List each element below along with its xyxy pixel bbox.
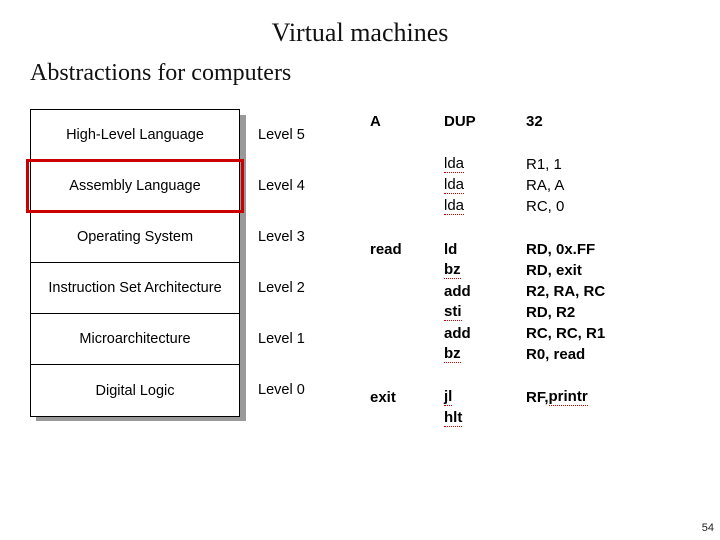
slide-title: Virtual machines [30,18,690,48]
asm-label [370,344,422,365]
level-label: Level 4 [258,160,305,211]
asm-args: R2, RA, RC [526,281,690,302]
assembly-listing: A read exit [370,109,690,451]
asm-args: R0, read [526,344,690,365]
table-row: Instruction Set Architecture [31,263,239,314]
asm-mnemonic-col: DUP lda lda lda ld bz add sti add bz jl [444,111,504,451]
asm-op: bz [444,260,504,281]
asm-args: RF, printr [526,387,690,408]
asm-args: RD, R2 [526,302,690,323]
level-label: Level 2 [258,262,305,313]
page-number: 54 [702,522,714,534]
table-row: High-Level Language [31,110,239,161]
asm-args: R1, 1 [526,154,690,175]
asm-op: add [444,323,504,344]
asm-label [370,175,422,196]
slide-body: High-Level Language Assembly Language Op… [30,109,690,451]
asm-args: RC, RC, R1 [526,323,690,344]
asm-op: lda [444,196,504,217]
asm-op: jl [444,387,504,408]
asm-label [370,302,422,323]
asm-labels-col: A read exit [370,111,422,451]
table-row: Microarchitecture [31,314,239,365]
asm-args: RD, exit [526,260,690,281]
asm-label [370,196,422,217]
asm-label: exit [370,387,422,408]
asm-label: A [370,111,422,132]
abstraction-table: High-Level Language Assembly Language Op… [30,109,240,417]
slide-subtitle: Abstractions for computers [30,60,690,87]
asm-op: DUP [444,111,504,132]
level-label: Level 5 [258,109,305,160]
table-row: Assembly Language [31,161,239,212]
asm-op: lda [444,175,504,196]
asm-op: bz [444,344,504,365]
level-label: Level 0 [258,364,305,415]
asm-op: add [444,281,504,302]
layers-column: High-Level Language Assembly Language Op… [30,109,370,417]
asm-args: RC, 0 [526,196,690,217]
asm-op: sti [444,302,504,323]
asm-args: RA, A [526,175,690,196]
table-row: Operating System [31,212,239,263]
asm-op: hlt [444,408,504,429]
level-label: Level 3 [258,211,305,262]
table-row: Digital Logic [31,365,239,416]
asm-args: RD, 0x.FF [526,239,690,260]
asm-label [370,260,422,281]
asm-op: lda [444,154,504,175]
asm-op: ld [444,239,504,260]
level-labels: Level 5 Level 4 Level 3 Level 2 Level 1 … [258,109,305,415]
level-label: Level 1 [258,313,305,364]
asm-args: 32 [526,111,690,132]
asm-label: read [370,239,422,260]
asm-label [370,281,422,302]
asm-label [370,323,422,344]
asm-operand-col: 32 R1, 1 RA, A RC, 0 RD, 0x.FF RD, exit … [526,111,690,451]
asm-label [370,154,422,175]
